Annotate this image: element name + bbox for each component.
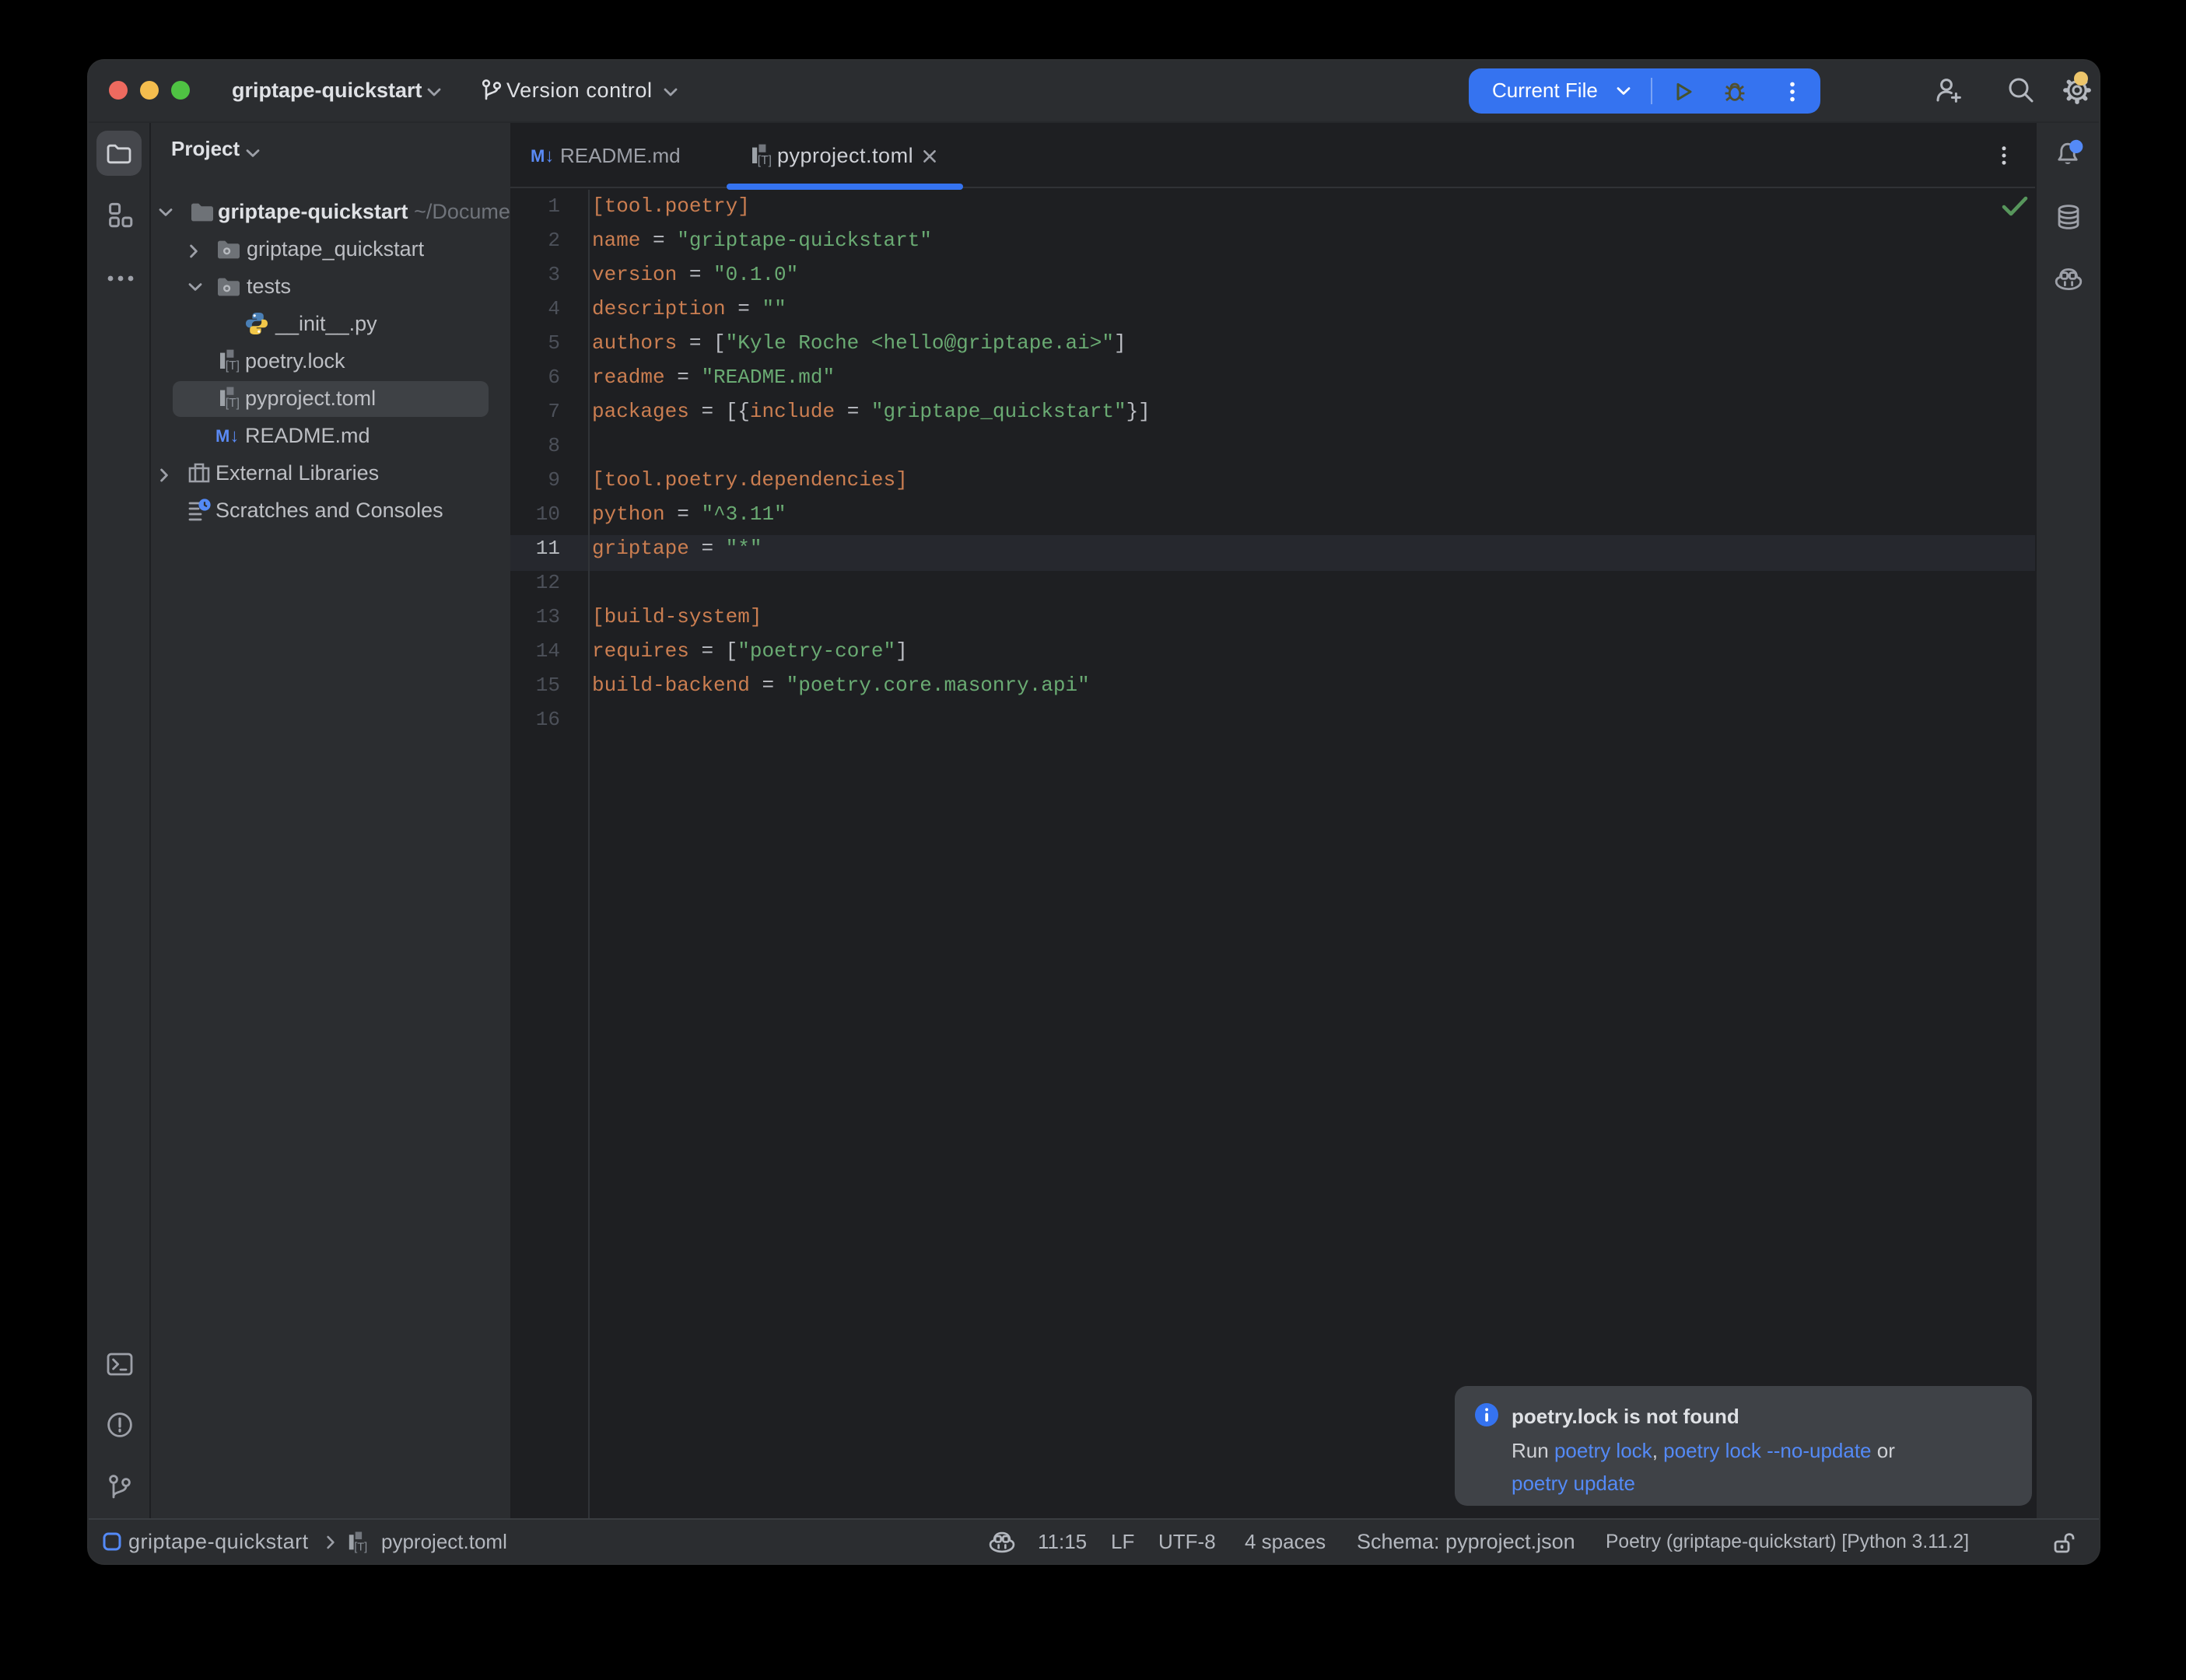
- svg-text:[T]: [T]: [226, 397, 240, 410]
- svg-text:[T]: [T]: [757, 154, 771, 167]
- svg-text:[T]: [T]: [353, 1540, 366, 1552]
- svg-text:[T]: [T]: [226, 359, 240, 373]
